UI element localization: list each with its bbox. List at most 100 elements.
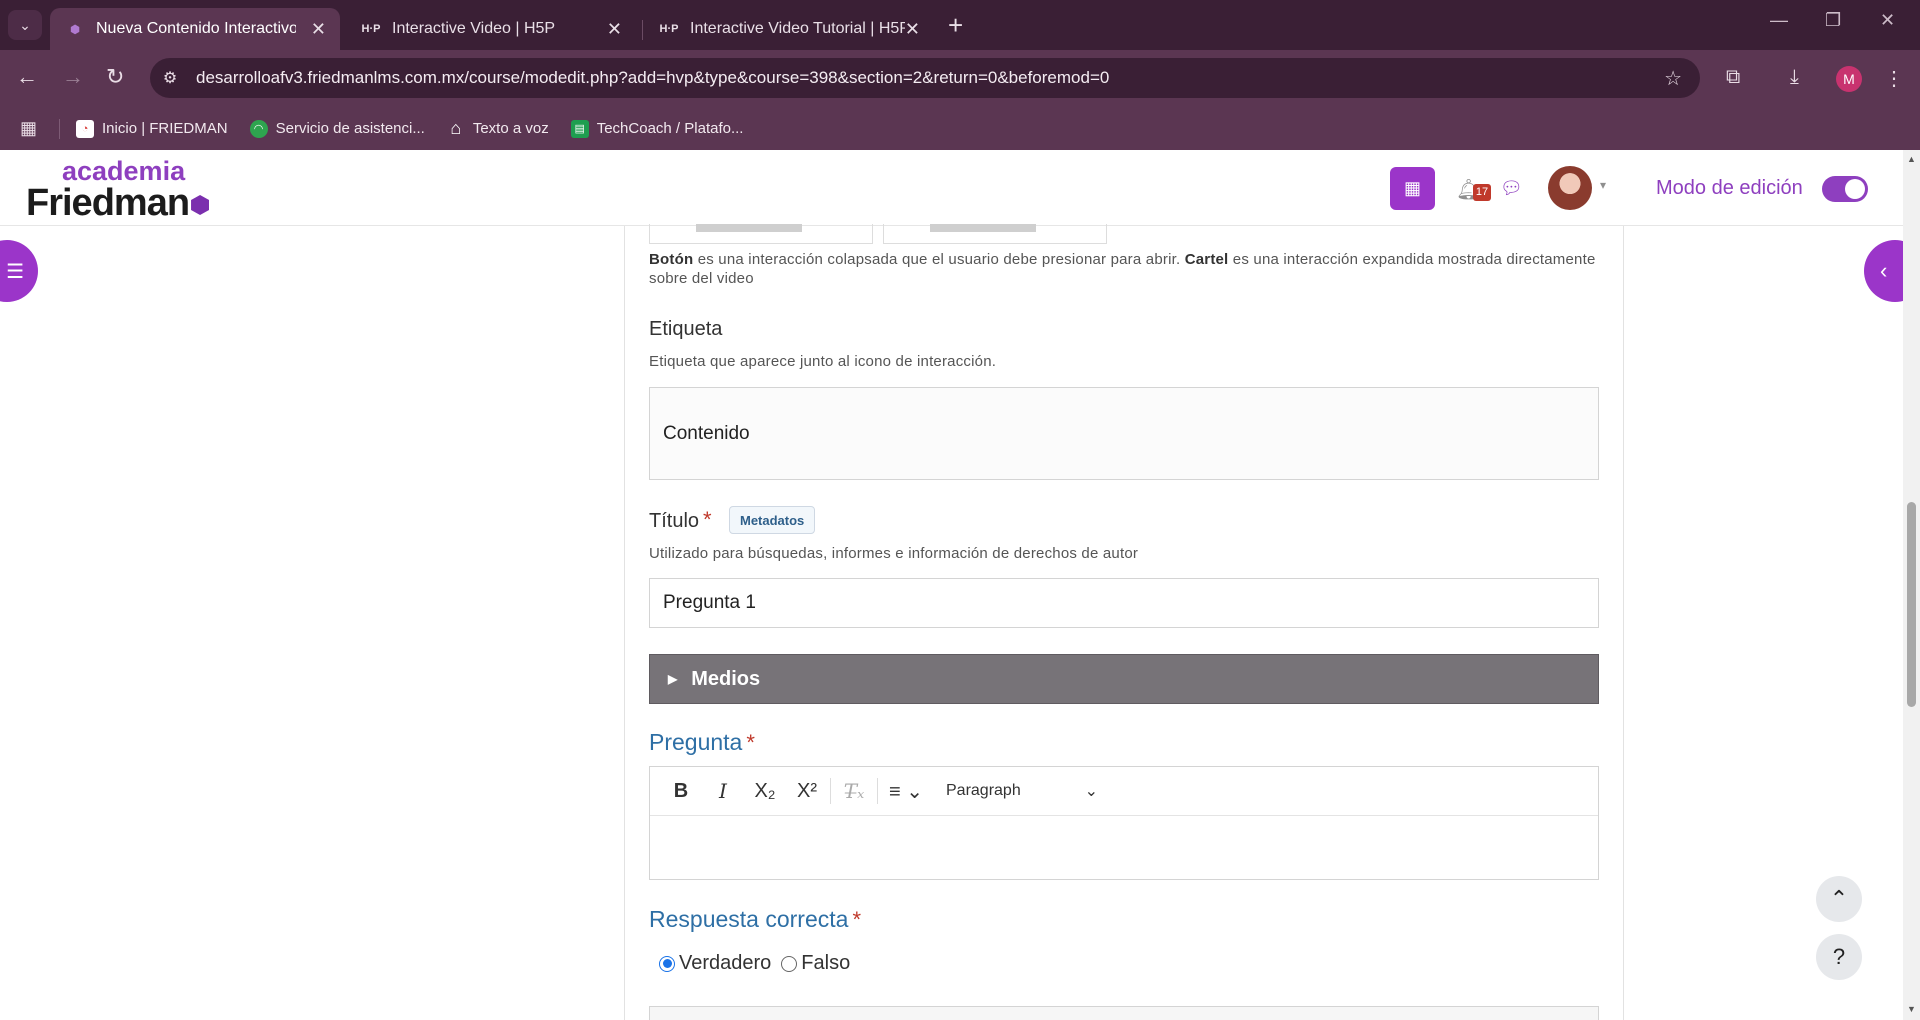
thumbnail-bar: [696, 224, 802, 232]
h5p-favicon-icon: H·P: [361, 23, 381, 35]
next-field-input[interactable]: [649, 1006, 1599, 1020]
toggle-knob: [1845, 179, 1865, 199]
medios-collapsible[interactable]: ▶ Medios: [649, 654, 1599, 704]
apps-grid-icon[interactable]: ▦: [20, 118, 37, 139]
forward-arrow-icon[interactable]: →: [62, 64, 84, 90]
medios-label: Medios: [691, 667, 761, 690]
close-tab-icon[interactable]: ✕: [905, 19, 920, 40]
paragraph-select-value: Paragraph: [946, 782, 1021, 799]
restore-icon[interactable]: ❐: [1825, 10, 1841, 31]
address-bar[interactable]: ⚙ desarrolloafv3.friedmanlms.com.mx/cour…: [150, 58, 1700, 98]
caret-right-icon: ▶: [668, 672, 678, 686]
profile-initial: M: [1843, 71, 1855, 87]
paragraph-format-select[interactable]: Paragraph ⌄: [946, 781, 1098, 801]
page-scrollbar[interactable]: ▲ ▼: [1903, 150, 1920, 1020]
notification-count-badge: 17: [1473, 184, 1491, 201]
bookmarks-divider: [59, 118, 61, 139]
browser-menu-icon[interactable]: ⋮: [1884, 66, 1904, 91]
editor-toolbar: B I X₂ X² T̶ₓ ≡ ⌄ Paragraph ⌄: [650, 767, 1598, 816]
titulo-input[interactable]: Pregunta 1: [649, 578, 1599, 628]
tab-label: Nueva Contenido Interactivo | F: [96, 20, 296, 37]
desc-text: es una interacción colapsada que el usua…: [693, 251, 1185, 268]
display-button-thumbnail[interactable]: [649, 224, 873, 244]
falso-label[interactable]: Falso: [801, 952, 850, 975]
bookmark-techcoach[interactable]: ▤ TechCoach / Platafo...: [570, 119, 744, 138]
user-avatar[interactable]: [1548, 166, 1592, 210]
radio-falso[interactable]: [781, 955, 798, 972]
help-button[interactable]: ?: [1816, 934, 1862, 980]
sheets-icon: ▤: [570, 119, 589, 138]
remove-format-icon[interactable]: T̶ₓ: [833, 779, 875, 803]
moodle-favicon-icon: ⬢: [70, 23, 80, 36]
display-poster-thumbnail[interactable]: [883, 224, 1107, 244]
logo-top-text: academia: [62, 156, 186, 186]
url-text[interactable]: desarrolloafv3.friedmanlms.com.mx/course…: [196, 68, 1109, 88]
toolbar-divider: [877, 778, 878, 804]
friedman-icon: ◔: [76, 119, 95, 138]
bookmark-texto-a-voz[interactable]: ⌂ Texto a voz: [447, 118, 549, 138]
messages-chat-icon[interactable]: 💬︎: [1500, 178, 1523, 199]
scrollbar-thumb[interactable]: [1907, 502, 1916, 707]
align-left-dropdown-icon[interactable]: ≡ ⌄: [880, 779, 932, 804]
etiqueta-input[interactable]: Contenido: [649, 387, 1599, 480]
chevron-down-icon[interactable]: ▾: [1600, 178, 1606, 192]
metadatos-button[interactable]: Metadatos: [729, 506, 816, 534]
profile-avatar[interactable]: M: [1836, 66, 1862, 92]
site-settings-icon[interactable]: ⚙: [150, 68, 190, 88]
desc-bold-boton: Botón: [649, 251, 694, 268]
thumbnail-bar: [930, 224, 1036, 232]
browser-toolbar: ← → ↻ ⚙ desarrolloafv3.friedmanlms.com.m…: [0, 50, 1920, 107]
close-tab-icon[interactable]: ✕: [311, 19, 326, 40]
respuesta-radio-group: Verdadero Falso: [659, 952, 850, 975]
superscript-icon[interactable]: X²: [786, 780, 828, 803]
subscript-icon[interactable]: X₂: [744, 780, 786, 803]
extensions-puzzle-icon[interactable]: ⧉: [1726, 66, 1740, 89]
etiqueta-label: Etiqueta: [649, 318, 723, 340]
etiqueta-description: Etiqueta que aparece junto al icono de i…: [649, 353, 997, 370]
edit-mode-label: Modo de edición: [1656, 177, 1803, 199]
toolbar-divider: [830, 778, 831, 804]
italic-icon[interactable]: I: [702, 779, 744, 803]
tab-search-button[interactable]: ⌄: [8, 10, 42, 40]
edit-mode-toggle[interactable]: [1822, 176, 1868, 202]
pregunta-label-text: Pregunta: [649, 729, 743, 755]
academia-friedman-logo[interactable]: academia Friedman: [26, 156, 210, 222]
bookmarks-bar: ▦ ◔ Inicio | FRIEDMAN ◠ Servicio de asis…: [0, 107, 1920, 150]
verdadero-label[interactable]: Verdadero: [679, 952, 771, 975]
pregunta-label: Pregunta *: [649, 729, 755, 756]
scroll-to-top-chevron-up-icon[interactable]: ⌃: [1816, 876, 1862, 922]
bold-icon[interactable]: B: [660, 780, 702, 803]
bookmark-servicio-asistencia[interactable]: ◠ Servicio de asistenci...: [249, 119, 425, 138]
titulo-value: Pregunta 1: [663, 592, 756, 613]
bookmark-star-icon[interactable]: ☆: [1664, 66, 1682, 91]
tab-interactive-video[interactable]: H·P Interactive Video | H5P ✕: [346, 8, 636, 50]
scroll-down-arrow-icon[interactable]: ▼: [1907, 1004, 1916, 1014]
new-tab-plus-icon[interactable]: +: [948, 10, 963, 40]
tab-nueva-contenido[interactable]: ⬢ Nueva Contenido Interactivo | F ✕: [50, 8, 340, 50]
bookmark-label: TechCoach / Platafo...: [596, 120, 744, 137]
required-asterisk: *: [852, 907, 861, 932]
h5p-editor-form: Botón es una interacción colapsada que e…: [624, 224, 1624, 1020]
minimize-icon[interactable]: —: [1770, 10, 1788, 31]
metadatos-label: Metadatos: [740, 512, 805, 528]
bookmark-inicio-friedman[interactable]: ◔ Inicio | FRIEDMAN: [76, 119, 228, 138]
download-icon[interactable]: ⤓: [1790, 66, 1799, 89]
logo-hexagon-icon: [191, 195, 210, 215]
editor-content-area[interactable]: [650, 816, 1598, 879]
scroll-up-arrow-icon[interactable]: ▲: [1907, 154, 1916, 164]
radio-verdadero[interactable]: [659, 955, 675, 972]
course-index-list-icon[interactable]: ☰: [0, 240, 38, 302]
reload-icon[interactable]: ↻: [106, 64, 124, 90]
back-arrow-icon[interactable]: ←: [16, 64, 38, 90]
tab-label: Interactive Video Tutorial | H5P: [690, 20, 905, 37]
respuesta-correcta-label: Respuesta correcta *: [649, 906, 861, 933]
bookmark-label: Servicio de asistenci...: [275, 120, 425, 137]
titulo-description: Utilizado para búsquedas, informes e inf…: [649, 545, 1139, 562]
tab-divider: [642, 20, 643, 40]
window-close-icon[interactable]: ✕: [1880, 10, 1895, 31]
close-tab-icon[interactable]: ✕: [607, 19, 622, 40]
bookmark-label: Texto a voz: [472, 120, 549, 137]
app-drawer-grid-icon[interactable]: ▦: [1390, 167, 1435, 210]
tab-interactive-video-tutorial[interactable]: H·P Interactive Video Tutorial | H5P ✕: [644, 8, 934, 50]
tab-label: Interactive Video | H5P: [392, 20, 556, 37]
